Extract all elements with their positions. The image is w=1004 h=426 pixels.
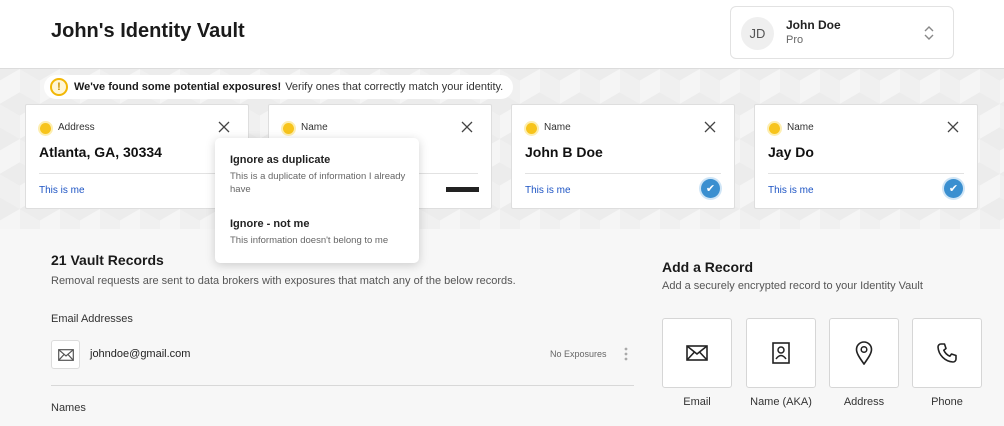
add-name-button[interactable] (746, 318, 816, 388)
records-title: 21 Vault Records (51, 252, 164, 268)
close-icon[interactable] (946, 120, 960, 134)
add-record-title: Add a Record (662, 259, 754, 275)
exposure-status: No Exposures (550, 349, 607, 359)
add-record-subtitle: Add a securely encrypted record to your … (662, 280, 923, 292)
add-address-button[interactable] (829, 318, 899, 388)
exposure-value: John B Doe (525, 144, 603, 160)
page-header: John's Identity Vault JD John Doe Pro (0, 0, 1004, 69)
map-pin-icon (855, 341, 873, 365)
user-plan: Pro (786, 34, 804, 46)
status-dot-icon (526, 123, 537, 134)
verified-check-icon[interactable]: ✔ (701, 179, 720, 198)
email-record-icon-box (51, 340, 80, 369)
tile-label-phone: Phone (931, 396, 963, 408)
phone-icon (937, 343, 957, 363)
exclamation-icon: ! (50, 78, 68, 96)
exposure-type: Name (787, 122, 814, 133)
add-phone-button[interactable] (912, 318, 982, 388)
ignore-menu: Ignore as duplicate This is a duplicate … (215, 138, 419, 263)
this-is-me-link[interactable]: This is me (768, 185, 814, 196)
close-icon[interactable] (460, 120, 474, 134)
divider (525, 173, 721, 174)
exposure-alert: ! We've found some potential exposures! … (44, 75, 514, 99)
exposure-type: Name (301, 122, 328, 133)
envelope-icon (686, 345, 708, 361)
menu-item-desc: This is a duplicate of information I alr… (230, 171, 406, 195)
menu-item-title: Ignore - not me (230, 218, 310, 230)
this-is-me-link[interactable]: This is me (39, 185, 85, 196)
exposures-section: ! We've found some potential exposures! … (0, 69, 1004, 229)
alert-heading: We've found some potential exposures! (74, 81, 282, 93)
tile-label-address: Address (843, 396, 885, 408)
chevron-up-down-icon (924, 26, 934, 40)
divider (39, 173, 235, 174)
tile-label-name: Name (AKA) (750, 396, 812, 408)
tile-label-email: Email (683, 396, 711, 408)
menu-item-title: Ignore as duplicate (230, 154, 331, 166)
exposure-value: Jay Do (768, 144, 814, 160)
verified-check-icon[interactable]: ✔ (944, 179, 963, 198)
exposure-card: Name Jay Do This is me ✔ (754, 104, 978, 209)
menu-item-ignore-not-me[interactable]: Ignore - not me This information doesn't… (230, 218, 410, 247)
divider (768, 173, 964, 174)
avatar: JD (741, 17, 774, 50)
exposure-type: Address (58, 122, 95, 133)
exposure-value: Atlanta, GA, 30334 (39, 144, 162, 160)
menu-item-ignore-duplicate[interactable]: Ignore as duplicate This is a duplicate … (230, 154, 410, 196)
more-options-icon[interactable] (622, 346, 630, 362)
id-card-icon (772, 342, 790, 364)
alert-text: Verify ones that correctly match your id… (285, 81, 504, 93)
exposure-card: Name John B Doe This is me ✔ (511, 104, 735, 209)
close-icon[interactable] (703, 120, 717, 134)
page-title: John's Identity Vault (51, 20, 245, 42)
names-section-label: Names (51, 402, 86, 414)
user-name: John Doe (786, 18, 841, 32)
exposure-type: Name (544, 122, 571, 133)
divider (51, 385, 634, 386)
status-dot-icon (283, 123, 294, 134)
this-is-me-link[interactable]: This is me (525, 185, 571, 196)
records-subtitle: Removal requests are sent to data broker… (51, 275, 516, 287)
menu-item-desc: This information doesn't belong to me (230, 235, 389, 246)
email-record-value: johndoe@gmail.com (90, 348, 191, 360)
close-icon[interactable] (217, 120, 231, 134)
status-dot-icon (769, 123, 780, 134)
status-dot-icon (40, 123, 51, 134)
email-section-label: Email Addresses (51, 313, 133, 325)
account-switcher[interactable]: JD John Doe Pro (730, 6, 954, 59)
redacted-block (446, 187, 479, 192)
envelope-icon (57, 348, 74, 361)
add-email-button[interactable] (662, 318, 732, 388)
